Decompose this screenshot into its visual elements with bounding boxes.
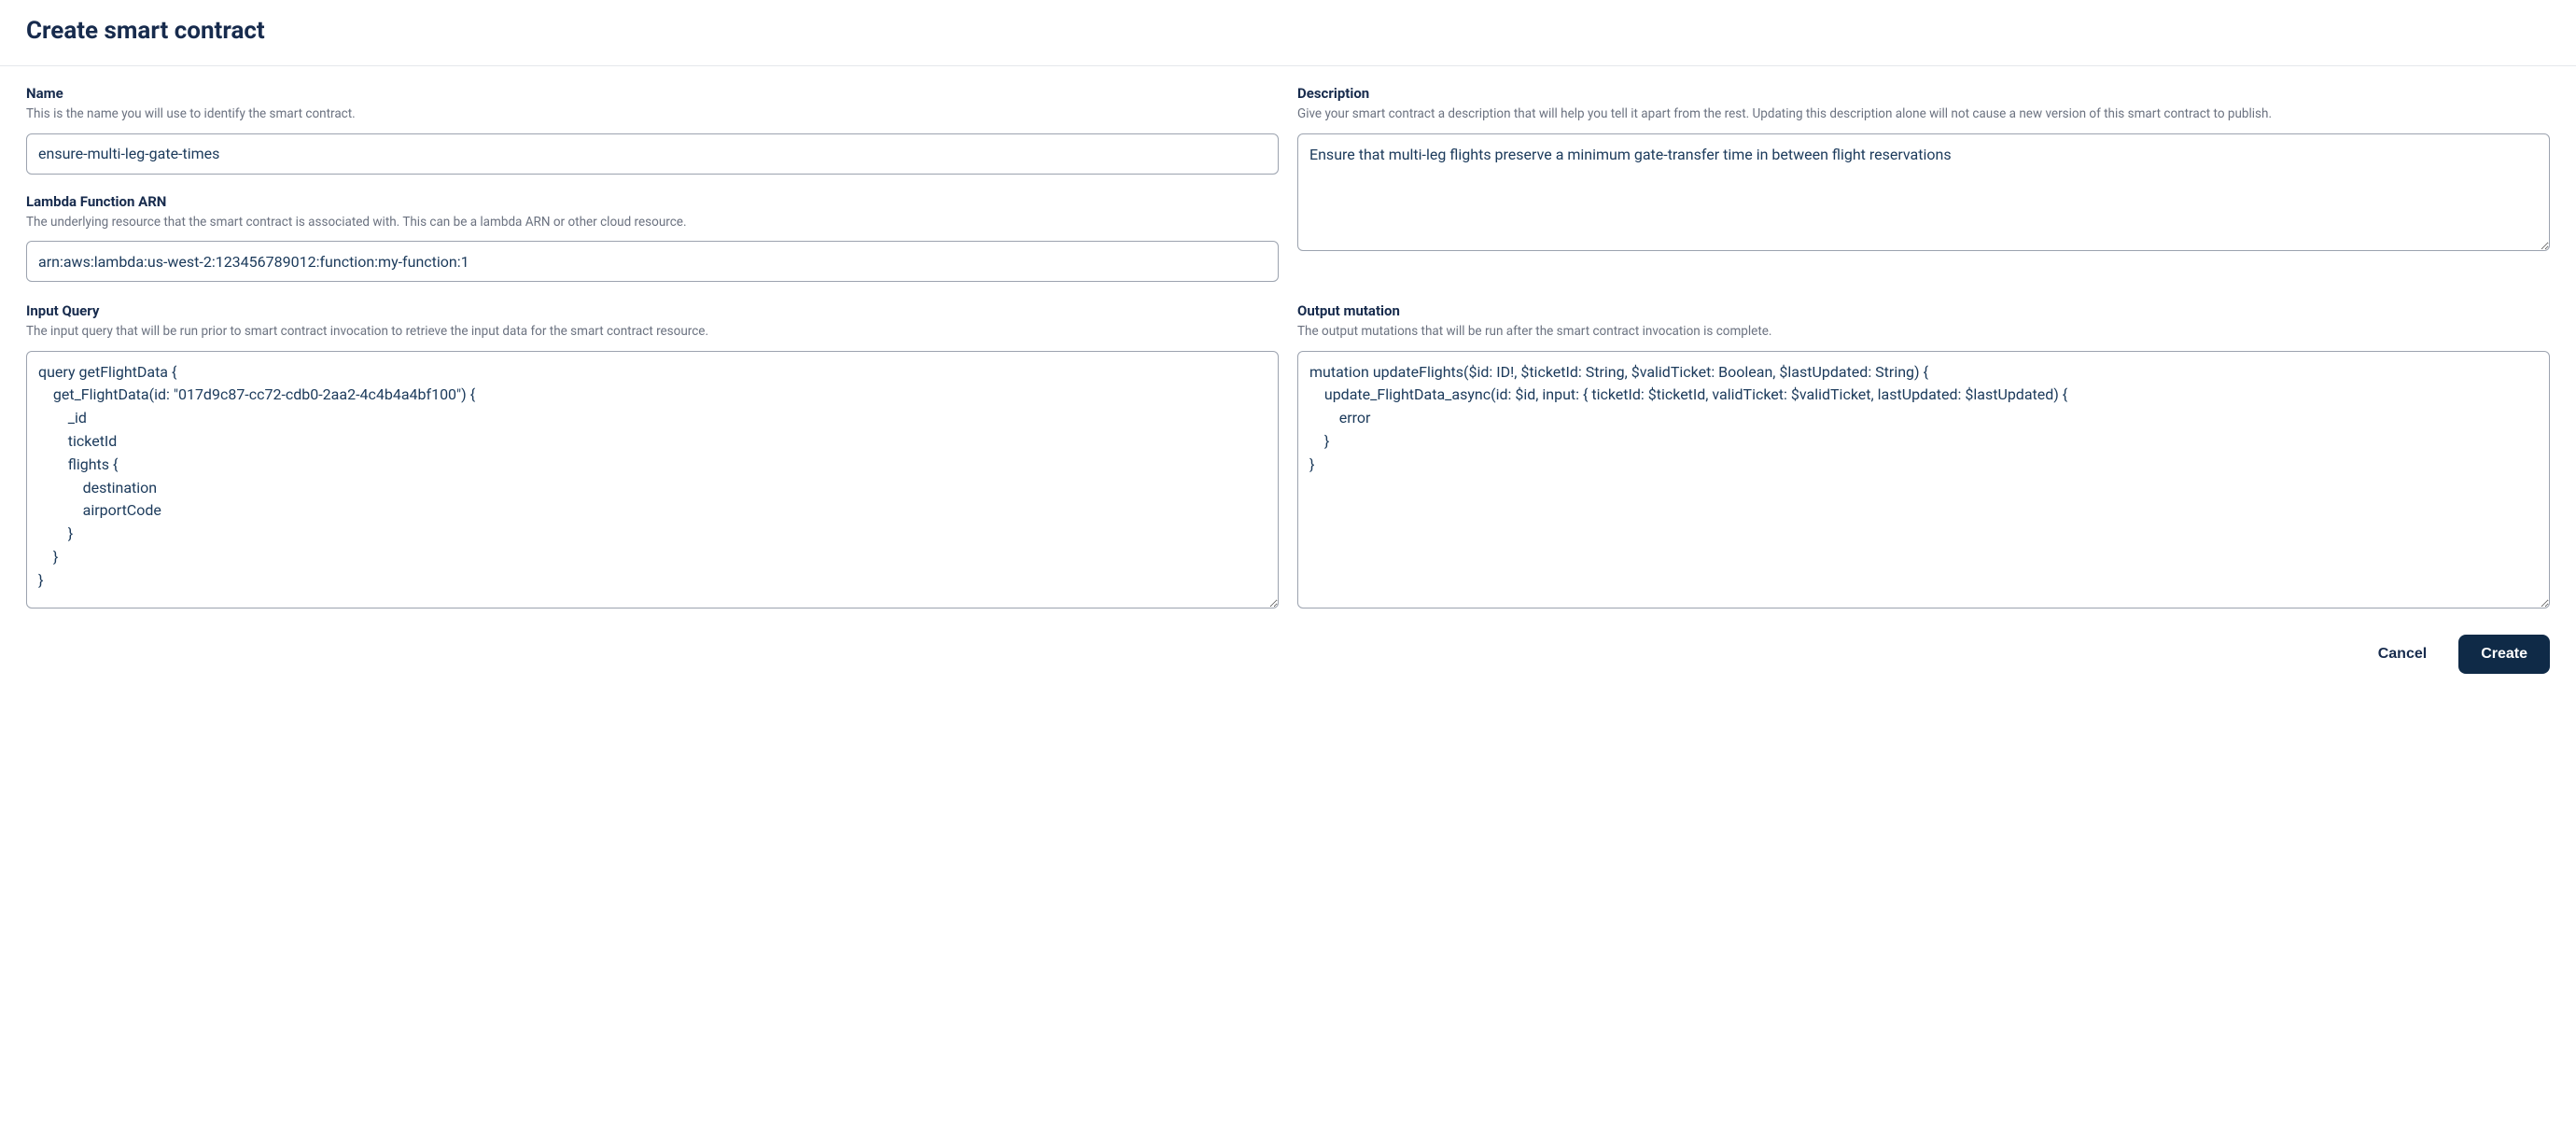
output-mutation-textarea[interactable]: mutation updateFlights($id: ID!, $ticket…	[1297, 351, 2550, 608]
form-area: Name This is the name you will use to id…	[0, 66, 2576, 618]
description-label: Description	[1297, 85, 2550, 102]
input-query-help: The input query that will be run prior t…	[26, 323, 1279, 342]
footer-actions: Cancel Create	[0, 618, 2576, 696]
create-button[interactable]: Create	[2458, 635, 2550, 674]
output-mutation-help: The output mutations that will be run af…	[1297, 323, 2550, 342]
page-header: Create smart contract	[0, 0, 2576, 66]
arn-input[interactable]	[26, 241, 1279, 282]
input-query-field: Input Query The input query that will be…	[26, 302, 1279, 608]
name-help: This is the name you will use to identif…	[26, 105, 1279, 124]
name-label: Name	[26, 85, 1279, 102]
left-column-top: Name This is the name you will use to id…	[26, 85, 1279, 282]
name-input[interactable]	[26, 133, 1279, 175]
output-mutation-label: Output mutation	[1297, 302, 2550, 319]
arn-help: The underlying resource that the smart c…	[26, 214, 1279, 232]
arn-field: Lambda Function ARN The underlying resou…	[26, 193, 1279, 283]
cancel-button[interactable]: Cancel	[2373, 638, 2432, 670]
page-title: Create smart contract	[26, 17, 2550, 45]
description-textarea[interactable]: Ensure that multi-leg flights preserve a…	[1297, 133, 2550, 251]
description-field: Description Give your smart contract a d…	[1297, 85, 2550, 282]
name-field: Name This is the name you will use to id…	[26, 85, 1279, 175]
input-query-label: Input Query	[26, 302, 1279, 319]
output-mutation-field: Output mutation The output mutations tha…	[1297, 302, 2550, 608]
input-query-textarea[interactable]: query getFlightData { get_FlightData(id:…	[26, 351, 1279, 608]
description-help: Give your smart contract a description t…	[1297, 105, 2550, 124]
arn-label: Lambda Function ARN	[26, 193, 1279, 210]
